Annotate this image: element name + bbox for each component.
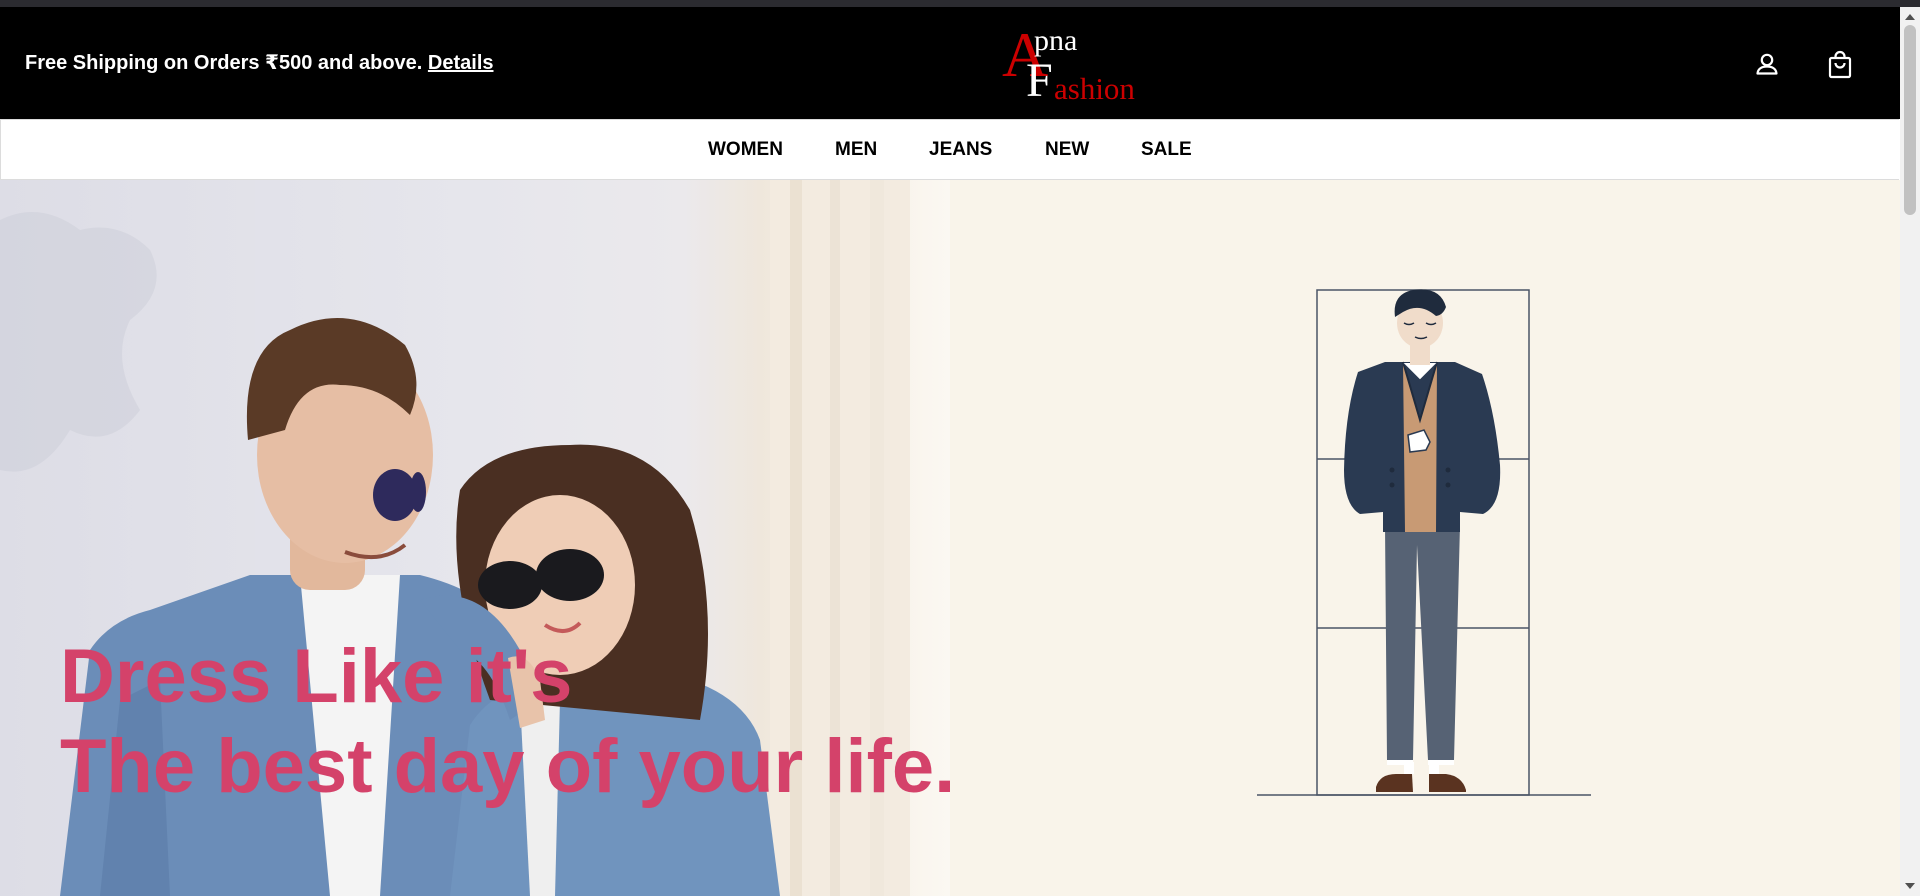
site-logo[interactable]: A pna F ashion xyxy=(996,17,1151,112)
account-icon xyxy=(1756,53,1778,75)
account-button[interactable] xyxy=(1751,49,1783,81)
page-scrollbar[interactable] xyxy=(1900,7,1920,896)
promo-text: Free Shipping on Orders ₹500 and above. xyxy=(25,52,423,74)
cart-button[interactable] xyxy=(1824,49,1856,81)
logo-letter-f: F xyxy=(1026,54,1053,107)
browser-top-edge xyxy=(0,0,1920,7)
hero-headline-line1: Dress Like it's xyxy=(60,634,573,719)
nav-item-sale[interactable]: SALE xyxy=(1141,120,1192,179)
nav-item-jeans[interactable]: JEANS xyxy=(929,120,992,179)
nav-item-men[interactable]: MEN xyxy=(835,120,877,179)
hero-headline-line2: The best day of your life. xyxy=(60,724,950,809)
main-navigation: WOMEN MEN JEANS NEW SALE xyxy=(0,119,1899,180)
promo-banner: Free Shipping on Orders ₹500 and above. … xyxy=(25,7,494,119)
announcement-header: Free Shipping on Orders ₹500 and above. … xyxy=(0,7,1900,119)
hero-banner: Dress Like it's The best day of your lif… xyxy=(0,180,1900,896)
scroll-up-icon[interactable] xyxy=(1905,14,1915,20)
logo-text-pna: pna xyxy=(1034,24,1078,57)
scroll-down-icon[interactable] xyxy=(1905,883,1915,889)
scroll-thumb[interactable] xyxy=(1904,25,1916,215)
shopping-bag-icon xyxy=(1828,50,1852,79)
details-link[interactable]: Details xyxy=(428,52,494,74)
logo-text-ashion: ashion xyxy=(1054,71,1135,106)
hero-photo-panel: Dress Like it's The best day of your lif… xyxy=(0,180,950,896)
nav-item-new[interactable]: NEW xyxy=(1045,120,1089,179)
hero-illustration-panel xyxy=(950,180,1900,896)
man-in-jacket-illustration xyxy=(1257,289,1591,796)
hero-headline: Dress Like it's The best day of your lif… xyxy=(60,632,950,812)
nav-item-women[interactable]: WOMEN xyxy=(708,120,783,179)
